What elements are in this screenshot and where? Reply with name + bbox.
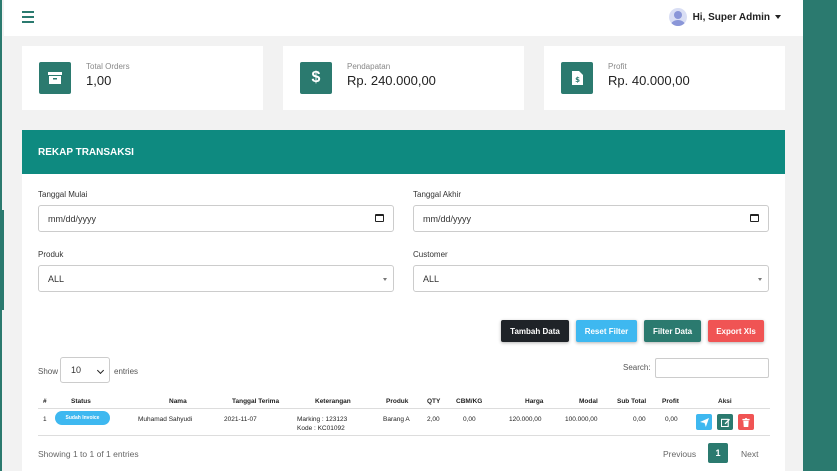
send-icon-button[interactable] [696, 414, 712, 430]
cell-qty: 2,00 [427, 416, 440, 423]
stat-label: Total Orders [86, 62, 130, 71]
col-header[interactable]: Status [71, 398, 91, 405]
stat-value: Rp. 240.000,00 [347, 73, 436, 88]
select-arrow-icon [758, 278, 762, 281]
col-header[interactable]: Aksi [718, 398, 732, 405]
col-header[interactable]: Produk [386, 398, 408, 405]
cell-modal: 100.000,00 [565, 416, 598, 423]
table-search-input[interactable] [655, 358, 769, 378]
start-date-input[interactable]: mm/dd/yyyy [38, 205, 394, 232]
edit-icon [720, 418, 730, 427]
trash-icon [742, 417, 750, 427]
table-divider [38, 408, 770, 409]
search-label: Search: [623, 363, 651, 372]
stat-card-orders: Total Orders 1,00 [22, 46, 263, 110]
cell-cbm: 0,00 [463, 416, 476, 423]
select-arrow-icon [383, 278, 387, 281]
col-header[interactable]: Modal [579, 398, 598, 405]
col-header[interactable]: Nama [169, 398, 187, 405]
cell-subtotal: 0,00 [633, 416, 646, 423]
start-date-label: Tanggal Mulai [38, 190, 88, 199]
archive-box-icon [39, 62, 71, 94]
product-label: Produk [38, 250, 64, 259]
show-label: Show [38, 367, 59, 376]
edit-icon-button[interactable] [717, 414, 733, 430]
user-menu[interactable]: Hi, Super Admin [668, 8, 781, 26]
topbar: Hi, Super Admin [4, 0, 803, 36]
caret-down-icon [775, 15, 781, 19]
page-1-button[interactable]: 1 [708, 443, 728, 463]
stat-value: 1,00 [86, 73, 112, 88]
end-date-input[interactable]: mm/dd/yyyy [413, 205, 769, 232]
status-badge: Sudah Invoice [55, 411, 110, 425]
stat-card-revenue: $ Pendapatan Rp. 240.000,00 [283, 46, 524, 110]
dollar-sign-icon: $ [300, 62, 332, 94]
paper-plane-icon [699, 417, 709, 427]
invoice-file-icon: $ [561, 62, 593, 94]
col-header[interactable]: CBM/KG [456, 398, 482, 405]
previous-page-button[interactable]: Previous [663, 449, 696, 459]
col-header[interactable]: Sub Total [617, 398, 646, 405]
stat-card-profit: $ Profit Rp. 40.000,00 [544, 46, 785, 110]
stat-label: Pendapatan [347, 62, 391, 71]
stat-label: Profit [608, 62, 627, 71]
table-divider [38, 435, 770, 436]
cell-profit: 0,00 [665, 416, 678, 423]
cell-harga: 120.000,00 [509, 416, 542, 423]
right-edge-strip [803, 0, 837, 471]
col-header[interactable]: Keterangan [315, 398, 351, 405]
left-edge-accent [0, 210, 4, 310]
cell-produk: Barang A [383, 416, 410, 423]
delete-icon-button[interactable] [738, 414, 754, 430]
customer-label: Customer [413, 250, 448, 259]
col-header[interactable]: QTY [427, 398, 440, 405]
end-date-label: Tanggal Akhir [413, 190, 462, 199]
col-header[interactable]: # [43, 398, 47, 405]
table-info: Showing 1 to 1 of 1 entries [38, 449, 139, 459]
chevron-down-icon [96, 366, 105, 375]
stat-value: Rp. 40.000,00 [608, 73, 690, 88]
export-xls-button[interactable]: Export Xls [708, 320, 764, 342]
add-data-button[interactable]: Tambah Data [501, 320, 569, 342]
cell-keterangan: Marking : 123123 Kode : KC01092 [297, 416, 348, 432]
panel-title: REKAP TRANSAKSI [22, 130, 785, 174]
reset-filter-button[interactable]: Reset Filter [576, 320, 637, 342]
calendar-icon[interactable] [375, 214, 384, 222]
customer-select[interactable]: ALL [413, 265, 769, 292]
cell-nama: Muhamad Sahyudi [138, 416, 193, 423]
cell-no: 1 [43, 416, 47, 423]
hamburger-menu-icon[interactable] [22, 11, 34, 23]
cell-tanggal: 2021-11-07 [224, 416, 257, 423]
col-header[interactable]: Harga [525, 398, 543, 405]
rekap-transaksi-panel: REKAP TRANSAKSI Tanggal Mulai mm/dd/yyyy… [22, 130, 785, 471]
user-name: Hi, Super Admin [692, 11, 770, 23]
calendar-icon[interactable] [750, 214, 759, 222]
filter-data-button[interactable]: Filter Data [644, 320, 701, 342]
avatar-icon [668, 8, 687, 26]
entries-label: entries [114, 367, 139, 376]
svg-text:$: $ [575, 76, 580, 84]
next-page-button[interactable]: Next [741, 449, 758, 459]
col-header[interactable]: Tanggal Terima [232, 398, 279, 405]
product-select[interactable]: ALL [38, 265, 394, 292]
entries-length-select[interactable]: 10 [60, 357, 110, 383]
col-header[interactable]: Profit [662, 398, 679, 405]
